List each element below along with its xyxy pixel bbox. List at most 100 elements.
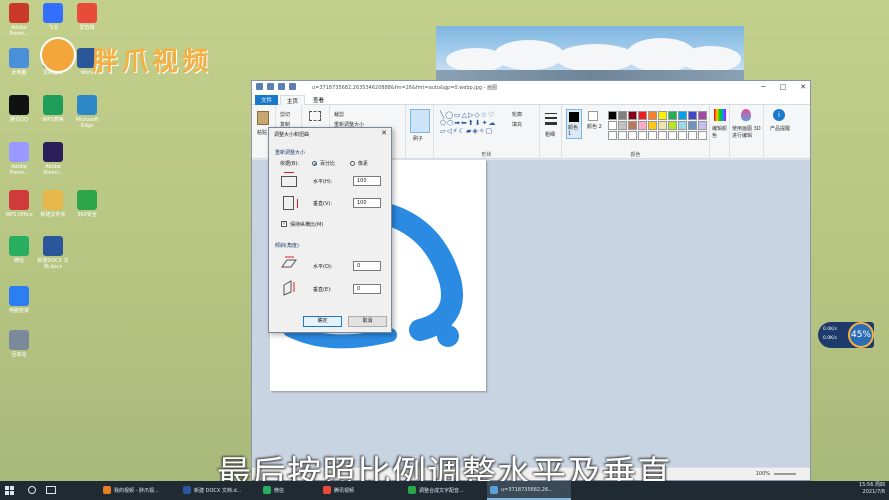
search-icon[interactable]: [28, 486, 36, 494]
horizontal-input[interactable]: 100: [353, 176, 381, 186]
close-button[interactable]: ✕: [800, 83, 806, 91]
taskbar-item[interactable]: 腾讯视频: [320, 481, 402, 500]
desktop-icon[interactable]: Adobe Premi...: [2, 3, 36, 37]
color1-button[interactable]: 颜色 1: [566, 109, 582, 139]
pixels-radio[interactable]: [350, 161, 355, 166]
product-alert-button[interactable]: 产品提醒: [770, 125, 790, 132]
taskbar-item[interactable]: 调整合成文字配音...: [405, 481, 485, 500]
palette-swatch-empty[interactable]: [698, 131, 707, 140]
keep-ratio-checkbox[interactable]: ✓: [281, 221, 287, 227]
cut-button[interactable]: 剪切: [280, 111, 290, 118]
crop-button[interactable]: 裁剪: [334, 111, 344, 118]
palette-swatch-empty[interactable]: [618, 131, 627, 140]
network-speed-widget[interactable]: 0.0K/s 0.0K/s 45%: [818, 322, 874, 348]
start-button[interactable]: [5, 486, 14, 495]
skew-h-input[interactable]: 0: [353, 261, 381, 271]
palette-swatch[interactable]: [698, 121, 707, 130]
task-view-icon[interactable]: [46, 486, 56, 494]
palette-swatch-empty[interactable]: [678, 131, 687, 140]
undo-icon[interactable]: [278, 83, 285, 90]
palette-swatch[interactable]: [648, 121, 657, 130]
palette-swatch[interactable]: [618, 111, 627, 120]
paint3d-group: 使用画图 3D 进行编辑: [730, 105, 764, 159]
desktop-icon[interactable]: Adobe Premi...: [2, 142, 36, 176]
paint3d-button[interactable]: 使用画图 3D 进行编辑: [732, 125, 764, 139]
palette-swatch[interactable]: [688, 111, 697, 120]
desktop-icon-label: WPS Office: [5, 212, 33, 218]
shapes-gallery[interactable]: ╲◯▭△▷◇☆♡ ⬠⬡➡⬅⬆⬇✦☁ ▱◁⚡☾▰◈✧▢: [440, 111, 508, 137]
taskbar-item[interactable]: 新建 DOCX 文档.d...: [180, 481, 258, 500]
palette-swatch[interactable]: [698, 111, 707, 120]
cancel-button[interactable]: 取消: [348, 316, 387, 327]
desktop-icon[interactable]: WPS Office: [2, 190, 36, 218]
palette-swatch-empty[interactable]: [628, 131, 637, 140]
palette-swatch[interactable]: [608, 121, 617, 130]
redo-icon[interactable]: [289, 83, 296, 90]
app-icon: [77, 3, 97, 23]
palette-swatch[interactable]: [608, 111, 617, 120]
brush-button[interactable]: 刷子: [413, 135, 423, 142]
desktop-icon[interactable]: 飞书: [36, 3, 70, 31]
desktop-icon[interactable]: 电脑管家: [2, 286, 36, 314]
edit-colors-icon[interactable]: [714, 109, 726, 121]
palette-swatch[interactable]: [678, 111, 687, 120]
select-icon[interactable]: [309, 111, 321, 121]
paste-button[interactable]: 粘贴: [257, 129, 267, 136]
palette-swatch-empty[interactable]: [638, 131, 647, 140]
palette-swatch[interactable]: [628, 121, 637, 130]
paste-icon[interactable]: [257, 111, 269, 125]
minimize-button[interactable]: ─: [761, 83, 765, 91]
palette-swatch-empty[interactable]: [608, 131, 617, 140]
clock-date[interactable]: 2021/7/8: [859, 489, 885, 496]
desktop-icon[interactable]: WPS表格: [36, 95, 70, 123]
color2-button[interactable]: 颜色 2: [586, 109, 602, 139]
palette-swatch-empty[interactable]: [668, 131, 677, 140]
desktop-icon[interactable]: 腾讯QQ: [2, 95, 36, 123]
paint3d-icon[interactable]: [741, 109, 751, 121]
palette-swatch[interactable]: [658, 111, 667, 120]
palette-swatch[interactable]: [638, 111, 647, 120]
desktop-icon[interactable]: 此电脑: [2, 48, 36, 76]
palette-swatch[interactable]: [638, 121, 647, 130]
palette-swatch-empty[interactable]: [688, 131, 697, 140]
palette-swatch-empty[interactable]: [658, 131, 667, 140]
taskbar-item[interactable]: 我的视频 - 胖爪视...: [100, 481, 178, 500]
palette-swatch[interactable]: [678, 121, 687, 130]
skew-v-input[interactable]: 0: [353, 284, 381, 294]
ok-button[interactable]: 确定: [303, 316, 342, 327]
info-icon[interactable]: i: [773, 109, 785, 121]
desktop-icon[interactable]: 新建文件夹: [36, 190, 70, 218]
desktop-icon[interactable]: 新建DOCX 文档.docx: [36, 236, 70, 270]
palette-swatch[interactable]: [618, 121, 627, 130]
maximize-button[interactable]: □: [780, 83, 787, 91]
taskbar-item[interactable]: u=3718735682,26...: [487, 481, 571, 500]
brush-icon[interactable]: [410, 109, 430, 133]
desktop-icon[interactable]: 微信: [2, 236, 36, 264]
horizontal-label: 水平(H):: [313, 179, 333, 185]
desktop-icon[interactable]: 360安全: [70, 190, 104, 218]
percent-radio[interactable]: [312, 161, 317, 166]
taskbar-item[interactable]: 微信: [260, 481, 318, 500]
desktop-icon[interactable]: 爱剪辑: [70, 3, 104, 31]
vertical-input[interactable]: 100: [353, 198, 381, 208]
palette-swatch[interactable]: [658, 121, 667, 130]
dialog-close-button[interactable]: ✕: [381, 129, 387, 137]
save-icon[interactable]: [267, 83, 274, 90]
palette-swatch[interactable]: [668, 111, 677, 120]
palette-swatch[interactable]: [648, 111, 657, 120]
desktop-icon[interactable]: Adobe Premi...: [36, 142, 70, 176]
palette-swatch[interactable]: [688, 121, 697, 130]
fill-button[interactable]: 填充: [512, 121, 522, 128]
desktop-icon[interactable]: Microsoft Edge: [70, 95, 104, 129]
desktop-icon[interactable]: 回收站: [2, 330, 36, 358]
tab-file[interactable]: 文件: [255, 95, 279, 105]
palette-swatch[interactable]: [668, 121, 677, 130]
outline-button[interactable]: 轮廓: [512, 111, 522, 118]
size-button[interactable]: 粗细: [545, 131, 555, 138]
tab-home[interactable]: 主页: [280, 95, 306, 105]
tab-view[interactable]: 查看: [307, 95, 330, 105]
edit-colors-button[interactable]: 编辑颜色: [712, 125, 728, 139]
palette-swatch-empty[interactable]: [648, 131, 657, 140]
clock-time[interactable]: 15:56 周四: [859, 482, 885, 489]
palette-swatch[interactable]: [628, 111, 637, 120]
